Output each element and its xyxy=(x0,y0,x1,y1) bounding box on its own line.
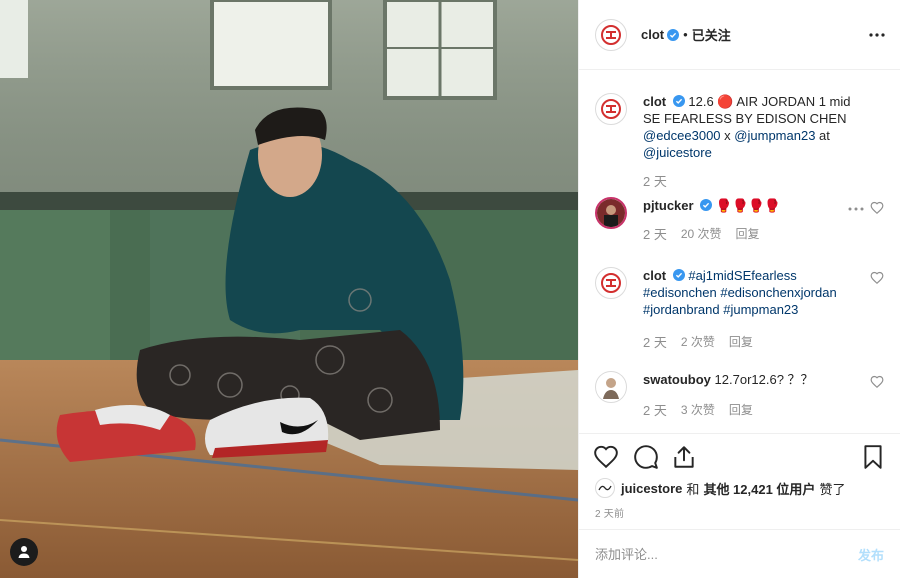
comment-time[interactable]: 2 天 xyxy=(643,226,667,243)
liked-by-username[interactable]: juicestore xyxy=(621,481,682,496)
post-comment-button[interactable]: 发布 xyxy=(858,545,884,564)
comment-text: swatouboy 12.7or12.6? ？？ xyxy=(643,371,854,388)
comment-likes[interactable]: 2 次赞 xyxy=(681,334,715,351)
comment-body: pjtucker 🥊🥊🥊🥊 2 天 20 次赞 回复 xyxy=(643,197,854,243)
comment-meta: 2 天 20 次赞 回复 xyxy=(643,226,854,243)
reply-button[interactable]: 回复 xyxy=(729,402,753,419)
heart-icon[interactable] xyxy=(593,444,619,470)
post-timestamp[interactable]: 2 天前 xyxy=(595,505,624,520)
user-tag-icon xyxy=(18,546,30,558)
comment-body: swatouboy 12.7or12.6? ？？ 2 天 3 次赞 回复 xyxy=(643,371,854,419)
clot-avatar[interactable] xyxy=(595,18,627,51)
commenter-avatar[interactable] xyxy=(595,197,627,229)
comment-time[interactable]: 2 天 xyxy=(643,402,667,419)
caption-time[interactable]: 2 天 xyxy=(643,173,667,190)
caption-body: clot 12.6 🔴 AIR JORDAN 1 mid SE FEARLESS… xyxy=(643,93,854,190)
user-tag-button[interactable] xyxy=(10,538,38,566)
comment-options-icon[interactable] xyxy=(848,207,864,211)
more-options-icon xyxy=(869,33,885,37)
share-icon[interactable] xyxy=(671,444,697,470)
post-side-panel: clot • 已关注 clot 12.6 🔴 AIR JORDAN 1 mid … xyxy=(578,0,900,578)
caption-username[interactable]: clot xyxy=(643,94,666,109)
juicestore-avatar[interactable] xyxy=(595,478,615,498)
bookmark-icon[interactable] xyxy=(860,444,886,470)
separator-dot: • xyxy=(683,27,688,42)
caption-meta: 2 天 xyxy=(643,173,854,190)
post-photo[interactable] xyxy=(0,0,578,578)
comments-list[interactable]: clot 12.6 🔴 AIR JORDAN 1 mid SE FEARLESS… xyxy=(579,71,900,433)
comment-input[interactable] xyxy=(595,546,858,562)
comment-meta: 2 天 3 次赞 回复 xyxy=(643,402,854,419)
commenter-username[interactable]: clot xyxy=(643,268,666,283)
commenter-avatar[interactable] xyxy=(595,371,627,403)
comment-text: pjtucker 🥊🥊🥊🥊 xyxy=(643,197,854,214)
more-options-button[interactable] xyxy=(868,26,886,44)
post-header: clot • 已关注 xyxy=(579,0,900,70)
add-comment-bar: 发布 xyxy=(579,529,900,578)
mention-link[interactable]: @edcee3000 xyxy=(643,128,721,143)
comment-meta: 2 天 2 次赞 回复 xyxy=(643,334,854,351)
verified-badge-icon xyxy=(700,199,713,211)
heart-icon[interactable] xyxy=(870,201,884,215)
comment-text: clot #aj1midSEfearless #edisonchen #edis… xyxy=(643,267,854,318)
commenter-username[interactable]: pjtucker xyxy=(643,198,694,213)
comment-likes[interactable]: 20 次赞 xyxy=(681,226,722,243)
verified-badge-icon xyxy=(672,269,685,281)
clot-logo-icon xyxy=(601,24,621,45)
comment-content: 12.7or12.6? ？？ xyxy=(714,372,814,387)
comment-time[interactable]: 2 天 xyxy=(643,334,667,351)
avatar-image xyxy=(597,199,625,227)
juicestore-logo-icon xyxy=(598,485,612,491)
follow-state-button[interactable]: 已关注 xyxy=(692,25,731,44)
verified-badge-icon xyxy=(667,28,680,41)
caption-joiner: at xyxy=(819,128,830,143)
clot-avatar[interactable] xyxy=(595,93,627,125)
heart-icon[interactable] xyxy=(870,271,884,285)
liked-by-line: juicestore 和 其他 12,421 位用户 赞了 xyxy=(595,478,845,498)
liked-by-others[interactable]: 其他 12,421 位用户 xyxy=(703,479,815,498)
avatar-image xyxy=(597,373,625,401)
commenter-username[interactable]: swatouboy xyxy=(643,372,711,387)
mention-link[interactable]: @jumpman23 xyxy=(734,128,815,143)
reply-button[interactable]: 回复 xyxy=(736,226,760,243)
comment-icon[interactable] xyxy=(633,444,659,470)
comment-likes[interactable]: 3 次赞 xyxy=(681,402,715,419)
reply-button[interactable]: 回复 xyxy=(729,334,753,351)
liked-by-joiner: 和 xyxy=(686,481,700,497)
clot-avatar[interactable] xyxy=(595,267,627,299)
photo-illustration xyxy=(0,0,578,578)
heart-icon[interactable] xyxy=(870,375,884,389)
liked-by-suffix: 赞了 xyxy=(819,481,846,497)
caption-joiner: x xyxy=(724,128,731,143)
clot-logo-icon xyxy=(601,273,621,293)
post-author-username[interactable]: clot xyxy=(641,27,664,42)
comment-body: clot #aj1midSEfearless #edisonchen #edis… xyxy=(643,267,854,351)
caption-text: clot 12.6 🔴 AIR JORDAN 1 mid SE FEARLESS… xyxy=(643,93,854,161)
verified-badge-icon xyxy=(672,95,685,107)
post-actions: juicestore 和 其他 12,421 位用户 赞了 2 天前 xyxy=(579,433,900,529)
mention-link[interactable]: @juicestore xyxy=(643,145,712,160)
clot-logo-icon xyxy=(601,99,621,119)
comment-content: 🥊🥊🥊🥊 xyxy=(715,198,781,213)
